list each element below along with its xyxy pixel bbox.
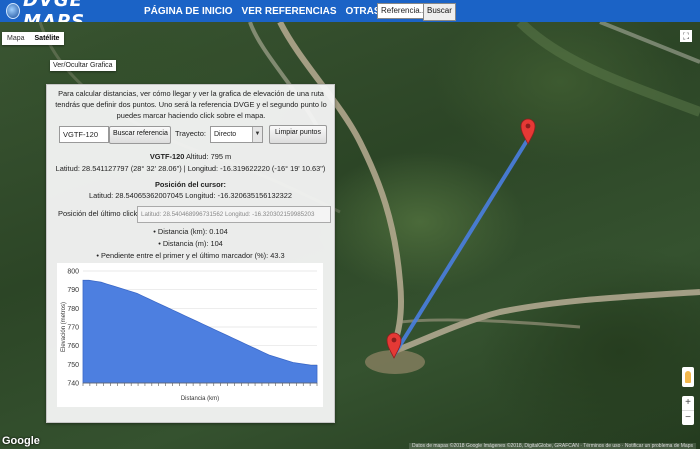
globe-icon: [6, 3, 21, 19]
zoom-out-button[interactable]: −: [682, 410, 694, 425]
x-axis-label: Distancia (km): [181, 396, 219, 402]
last-click-field[interactable]: Latitud: 28.540468996731562 Longitud: -1…: [137, 206, 331, 223]
last-click-label: Posición del último click:: [58, 209, 140, 218]
y-tick-label: 770: [67, 325, 79, 332]
panel-instructions: Para calcular distancias, ver cómo llega…: [55, 89, 327, 120]
reference-coordinates: Latitud: 28.541127797 (28° 32' 28.06") |…: [55, 164, 326, 173]
y-tick-label: 760: [67, 343, 79, 350]
zoom-control: + −: [682, 396, 694, 425]
y-tick-label: 800: [67, 269, 79, 276]
street-view-pegman-icon[interactable]: [682, 367, 694, 387]
route-type-label: Trayecto:: [175, 129, 206, 138]
elevation-chart: 740 750 760 770 780 790 800 Distancia (km) Eleva…: [57, 263, 323, 407]
map-type-satellite[interactable]: Satélite: [30, 32, 65, 45]
clear-points-button[interactable]: Limpiar puntos: [269, 125, 327, 144]
reference-input[interactable]: VGTF-120: [59, 126, 109, 143]
y-tick-label: 780: [67, 306, 79, 313]
destination-marker-icon[interactable]: [520, 118, 536, 145]
distance-m: • Distancia (m): 104: [158, 239, 223, 248]
search-reference-button[interactable]: Buscar referencia: [109, 126, 171, 144]
search-button[interactable]: Buscar: [423, 3, 456, 21]
elevation-area: [82, 279, 318, 384]
y-tick-label: 790: [67, 287, 79, 294]
nav-home[interactable]: PÁGINA DE INICIO: [144, 6, 233, 17]
route-type-value: Directo: [214, 131, 237, 138]
y-axis-label: Elevación (metros): [61, 302, 67, 352]
elevation-chart-svg: 740 750 760 770 780 790 800 Distancia (km) Eleva…: [61, 269, 318, 402]
fullscreen-icon[interactable]: ⛶: [680, 30, 692, 42]
nav-references[interactable]: VER REFERENCIAS: [242, 6, 337, 17]
distance-panel: Para calcular distancias, ver cómo llega…: [46, 84, 335, 423]
reference-altitude: Altitud: 795 m: [184, 152, 232, 161]
chevron-down-icon: ▼: [252, 127, 262, 142]
map-type-map[interactable]: Mapa: [2, 32, 30, 45]
y-tick-label: 750: [67, 362, 79, 369]
distance-km: • Distancia (km): 0.104: [153, 227, 228, 236]
cursor-coordinates: Latitud: 28.54065362007045 Longitud: -16…: [88, 191, 293, 200]
reference-title: VGTF-120: [149, 152, 185, 161]
zoom-in-button[interactable]: +: [682, 396, 694, 410]
map-type-control: Mapa Satélite: [2, 32, 65, 45]
cursor-title-row: Posición del cursor:: [47, 180, 334, 189]
route-type-select[interactable]: Directo ▼: [210, 126, 263, 143]
google-logo: Google: [2, 435, 40, 447]
top-nav-bar: DVGE MAPS PÁGINA DE INICIO VER REFERENCI…: [0, 0, 700, 32]
slope-percent: • Pendiente entre el primer y el último …: [96, 251, 285, 260]
toggle-chart-button[interactable]: Ver/Ocultar Grafica: [50, 60, 116, 71]
cursor-title: Posición del cursor:: [154, 180, 227, 189]
reference-search-input[interactable]: Referencia...: [377, 3, 427, 19]
map-attribution: Datos de mapas ©2018 Google Imágenes ©20…: [408, 443, 696, 449]
y-tick-label: 740: [67, 381, 79, 388]
reference-summary: VGTF-120 Altitud: 795 m: [47, 152, 334, 161]
